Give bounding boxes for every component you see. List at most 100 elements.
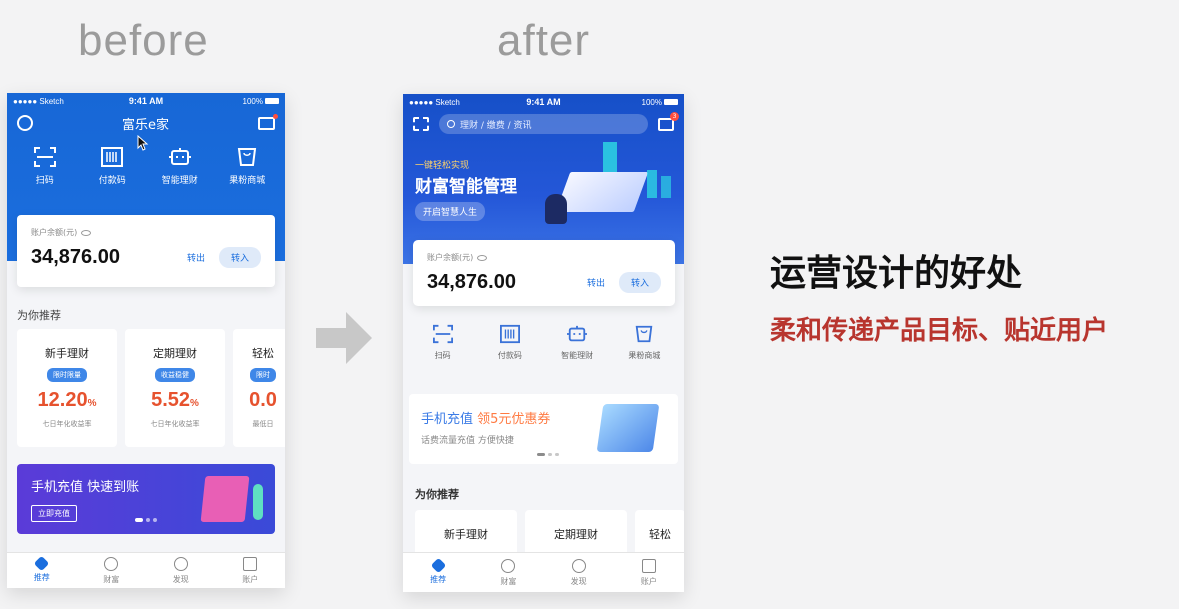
- diamond-icon: [33, 555, 50, 572]
- city-illustration: [596, 404, 660, 452]
- quick-action-label: 付款码: [98, 176, 126, 186]
- transfer-in-button[interactable]: 转入: [218, 247, 261, 268]
- diamond-icon: [430, 557, 446, 574]
- tab-account[interactable]: 账户: [624, 558, 674, 587]
- before-phone: ●●●●● Sketch 9:41 AM 100% 富乐e家 扫码 付款码 智能…: [7, 93, 285, 588]
- balance-label: 账户余额(元): [31, 228, 78, 237]
- tab-wealth[interactable]: 财富: [483, 558, 533, 587]
- promo-title: 财富智能管理: [415, 177, 517, 197]
- product-tag: 限时: [250, 368, 276, 382]
- recommend-title: 为你推荐: [17, 309, 61, 322]
- tab-wealth[interactable]: 财富: [86, 556, 136, 585]
- barcode-icon: [101, 147, 124, 167]
- recharge-banner[interactable]: 手机充值 快速到账 立即充值: [17, 464, 275, 534]
- product-name: 定期理财: [153, 347, 197, 360]
- recharge-banner[interactable]: 手机充值 领5元优惠券 话费流量充值 方便快捷: [409, 394, 678, 464]
- tab-label: 财富: [500, 576, 517, 586]
- quick-action-smart-finance[interactable]: 智能理财: [547, 324, 607, 361]
- tab-recommend[interactable]: 推荐: [413, 557, 463, 585]
- tree-illustration: [253, 484, 263, 520]
- tab-discover[interactable]: 发现: [156, 556, 206, 585]
- tab-label: 账户: [242, 574, 259, 584]
- tab-bar: 推荐 财富 发现 账户: [7, 552, 285, 588]
- tab-label: 发现: [172, 574, 189, 584]
- rate-value: 0.0: [249, 389, 277, 411]
- cursor-icon: [137, 135, 149, 151]
- transfer-out-button[interactable]: 转出: [587, 276, 605, 289]
- phone-illustration: [200, 476, 250, 522]
- before-nav: 富乐e家: [7, 109, 285, 137]
- recharge-now-button[interactable]: 立即充值: [31, 505, 77, 522]
- quick-action-scan[interactable]: 扫码: [15, 147, 75, 186]
- coin-icon: [104, 556, 119, 571]
- balance-label: 账户余额(元): [427, 253, 474, 262]
- search-input[interactable]: 理财 / 缴费 / 资讯: [439, 114, 648, 134]
- robot-icon: [168, 148, 191, 165]
- quick-action-label: 智能理财: [561, 351, 594, 360]
- tab-label: 推荐: [33, 573, 50, 582]
- quick-action-label: 果粉商城: [229, 176, 266, 186]
- quick-action-label: 果粉商城: [628, 351, 661, 360]
- shop-bag-icon: [238, 148, 257, 166]
- tab-recommend[interactable]: 推荐: [17, 555, 67, 583]
- quick-action-scan[interactable]: 扫码: [413, 324, 473, 361]
- quick-action-shop[interactable]: 果粉商城: [217, 147, 277, 186]
- product-card[interactable]: 新手理财 限时限量 12.20% 七日年化收益率: [17, 329, 117, 447]
- message-badge: 3: [670, 111, 679, 121]
- product-rate: 5.52%: [151, 389, 199, 412]
- account-balance-card: 账户余额(元) 34,876.00 转出 转入: [17, 215, 275, 287]
- tab-discover[interactable]: 发现: [554, 558, 604, 587]
- balance-label-row: 账户余额(元): [427, 252, 661, 263]
- tab-label: 发现: [570, 576, 587, 586]
- wallet-icon: [641, 558, 656, 573]
- carrier-text: ●●●●● Sketch: [409, 97, 460, 107]
- quick-action-shop[interactable]: 果粉商城: [614, 324, 674, 361]
- promo-subtitle: 一键轻松实现: [415, 161, 470, 171]
- app-title: 富乐e家: [122, 117, 169, 133]
- product-tag: 限时限量: [47, 368, 87, 382]
- eye-icon[interactable]: [81, 229, 92, 236]
- after-quick-actions: 扫码 付款码 智能理财 果粉商城: [403, 320, 684, 365]
- product-desc: 七日年化收益率: [150, 420, 200, 428]
- clock-text: 9:41 AM: [128, 96, 164, 106]
- balance-actions: 转出 转入: [187, 247, 261, 268]
- transfer-out-button[interactable]: 转出: [187, 251, 205, 264]
- desk-illustration: [555, 172, 649, 212]
- after-header: ●●●●● Sketch 9:41 AM 100% 理财 / 缴费 / 资讯 3…: [403, 94, 684, 264]
- recommend-title: 为你推荐: [415, 488, 459, 501]
- rate-unit: %: [87, 398, 97, 409]
- message-icon[interactable]: 3: [658, 111, 679, 131]
- compass-icon: [571, 558, 586, 573]
- user-icon[interactable]: [17, 115, 33, 131]
- quick-action-paycode[interactable]: 付款码: [480, 324, 540, 361]
- carousel-dots: [135, 518, 157, 522]
- product-name: 新手理财: [45, 347, 89, 360]
- eye-icon[interactable]: [477, 254, 488, 261]
- robot-icon: [567, 325, 588, 342]
- wallet-icon: [243, 556, 258, 571]
- tab-account[interactable]: 账户: [225, 556, 275, 585]
- battery-text: 100%: [242, 96, 263, 106]
- quick-action-paycode[interactable]: 付款码: [82, 147, 142, 186]
- product-list: 新手理财 限时限量 12.20% 七日年化收益率 定期理财 收益稳健 5.52%…: [17, 329, 285, 447]
- compass-icon: [173, 556, 188, 571]
- product-card[interactable]: 定期理财 收益稳健 5.52% 七日年化收益率: [125, 329, 225, 447]
- status-bar: ●●●●● Sketch 9:41 AM 100%: [403, 94, 684, 110]
- person-illustration: [545, 194, 567, 224]
- balance-amount: 34,876.00: [31, 246, 120, 268]
- promo-button[interactable]: 开启智慧人生: [415, 202, 486, 221]
- notification-dot: [273, 113, 278, 119]
- tab-bar: 推荐 财富 发现 账户: [403, 552, 684, 592]
- message-icon[interactable]: [258, 113, 278, 130]
- quick-action-smart-finance[interactable]: 智能理财: [150, 147, 210, 186]
- search-placeholder: 理财 / 缴费 / 资讯: [460, 120, 532, 131]
- rate-value: 5.52: [151, 389, 191, 411]
- clock-text: 9:41 AM: [526, 97, 561, 107]
- product-card[interactable]: 轻松 限时 0.0 最低日: [233, 329, 285, 447]
- product-tag: 收益稳健: [155, 368, 195, 382]
- transfer-in-button[interactable]: 转入: [618, 272, 661, 293]
- scan-icon[interactable]: [413, 117, 429, 131]
- benefit-subtitle: 柔和传递产品目标、贴近用户: [770, 316, 1109, 346]
- barcode-icon: [499, 324, 520, 344]
- battery-text: 100%: [641, 97, 662, 107]
